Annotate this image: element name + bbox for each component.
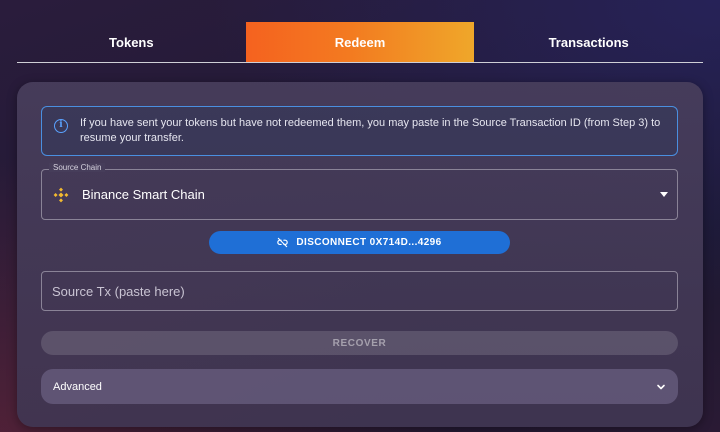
caret-down-icon[interactable] [660,192,668,197]
source-chain-select[interactable]: Source Chain Binance Smart Chain [41,163,678,220]
tab-bar: Tokens Redeem Transactions [17,22,703,63]
source-tx-input[interactable] [41,271,678,311]
info-alert: i If you have sent your tokens but have … [41,106,678,156]
tab-transactions[interactable]: Transactions [474,22,703,62]
tab-redeem[interactable]: Redeem [245,22,475,62]
disconnect-wallet-label: DISCONNECT 0X714D...4296 [296,237,442,248]
redeem-card: i If you have sent your tokens but have … [17,82,703,427]
source-chain-selected: Binance Smart Chain [42,170,677,219]
recover-button-label: RECOVER [332,337,387,349]
info-alert-text: If you have sent your tokens but have no… [80,117,661,144]
source-chain-label: Source Chain [49,163,106,172]
link-off-icon [277,237,289,248]
recover-button[interactable]: RECOVER [41,331,678,355]
disconnect-wallet-button[interactable]: DISCONNECT 0X714D...4296 [209,231,510,254]
source-chain-value: Binance Smart Chain [82,187,205,202]
bnb-chain-icon [53,187,69,202]
tab-tokens[interactable]: Tokens [17,22,246,62]
advanced-accordion[interactable]: Advanced [41,369,678,404]
info-icon: i [54,119,68,133]
chevron-down-icon [657,384,665,389]
advanced-label: Advanced [53,380,102,393]
